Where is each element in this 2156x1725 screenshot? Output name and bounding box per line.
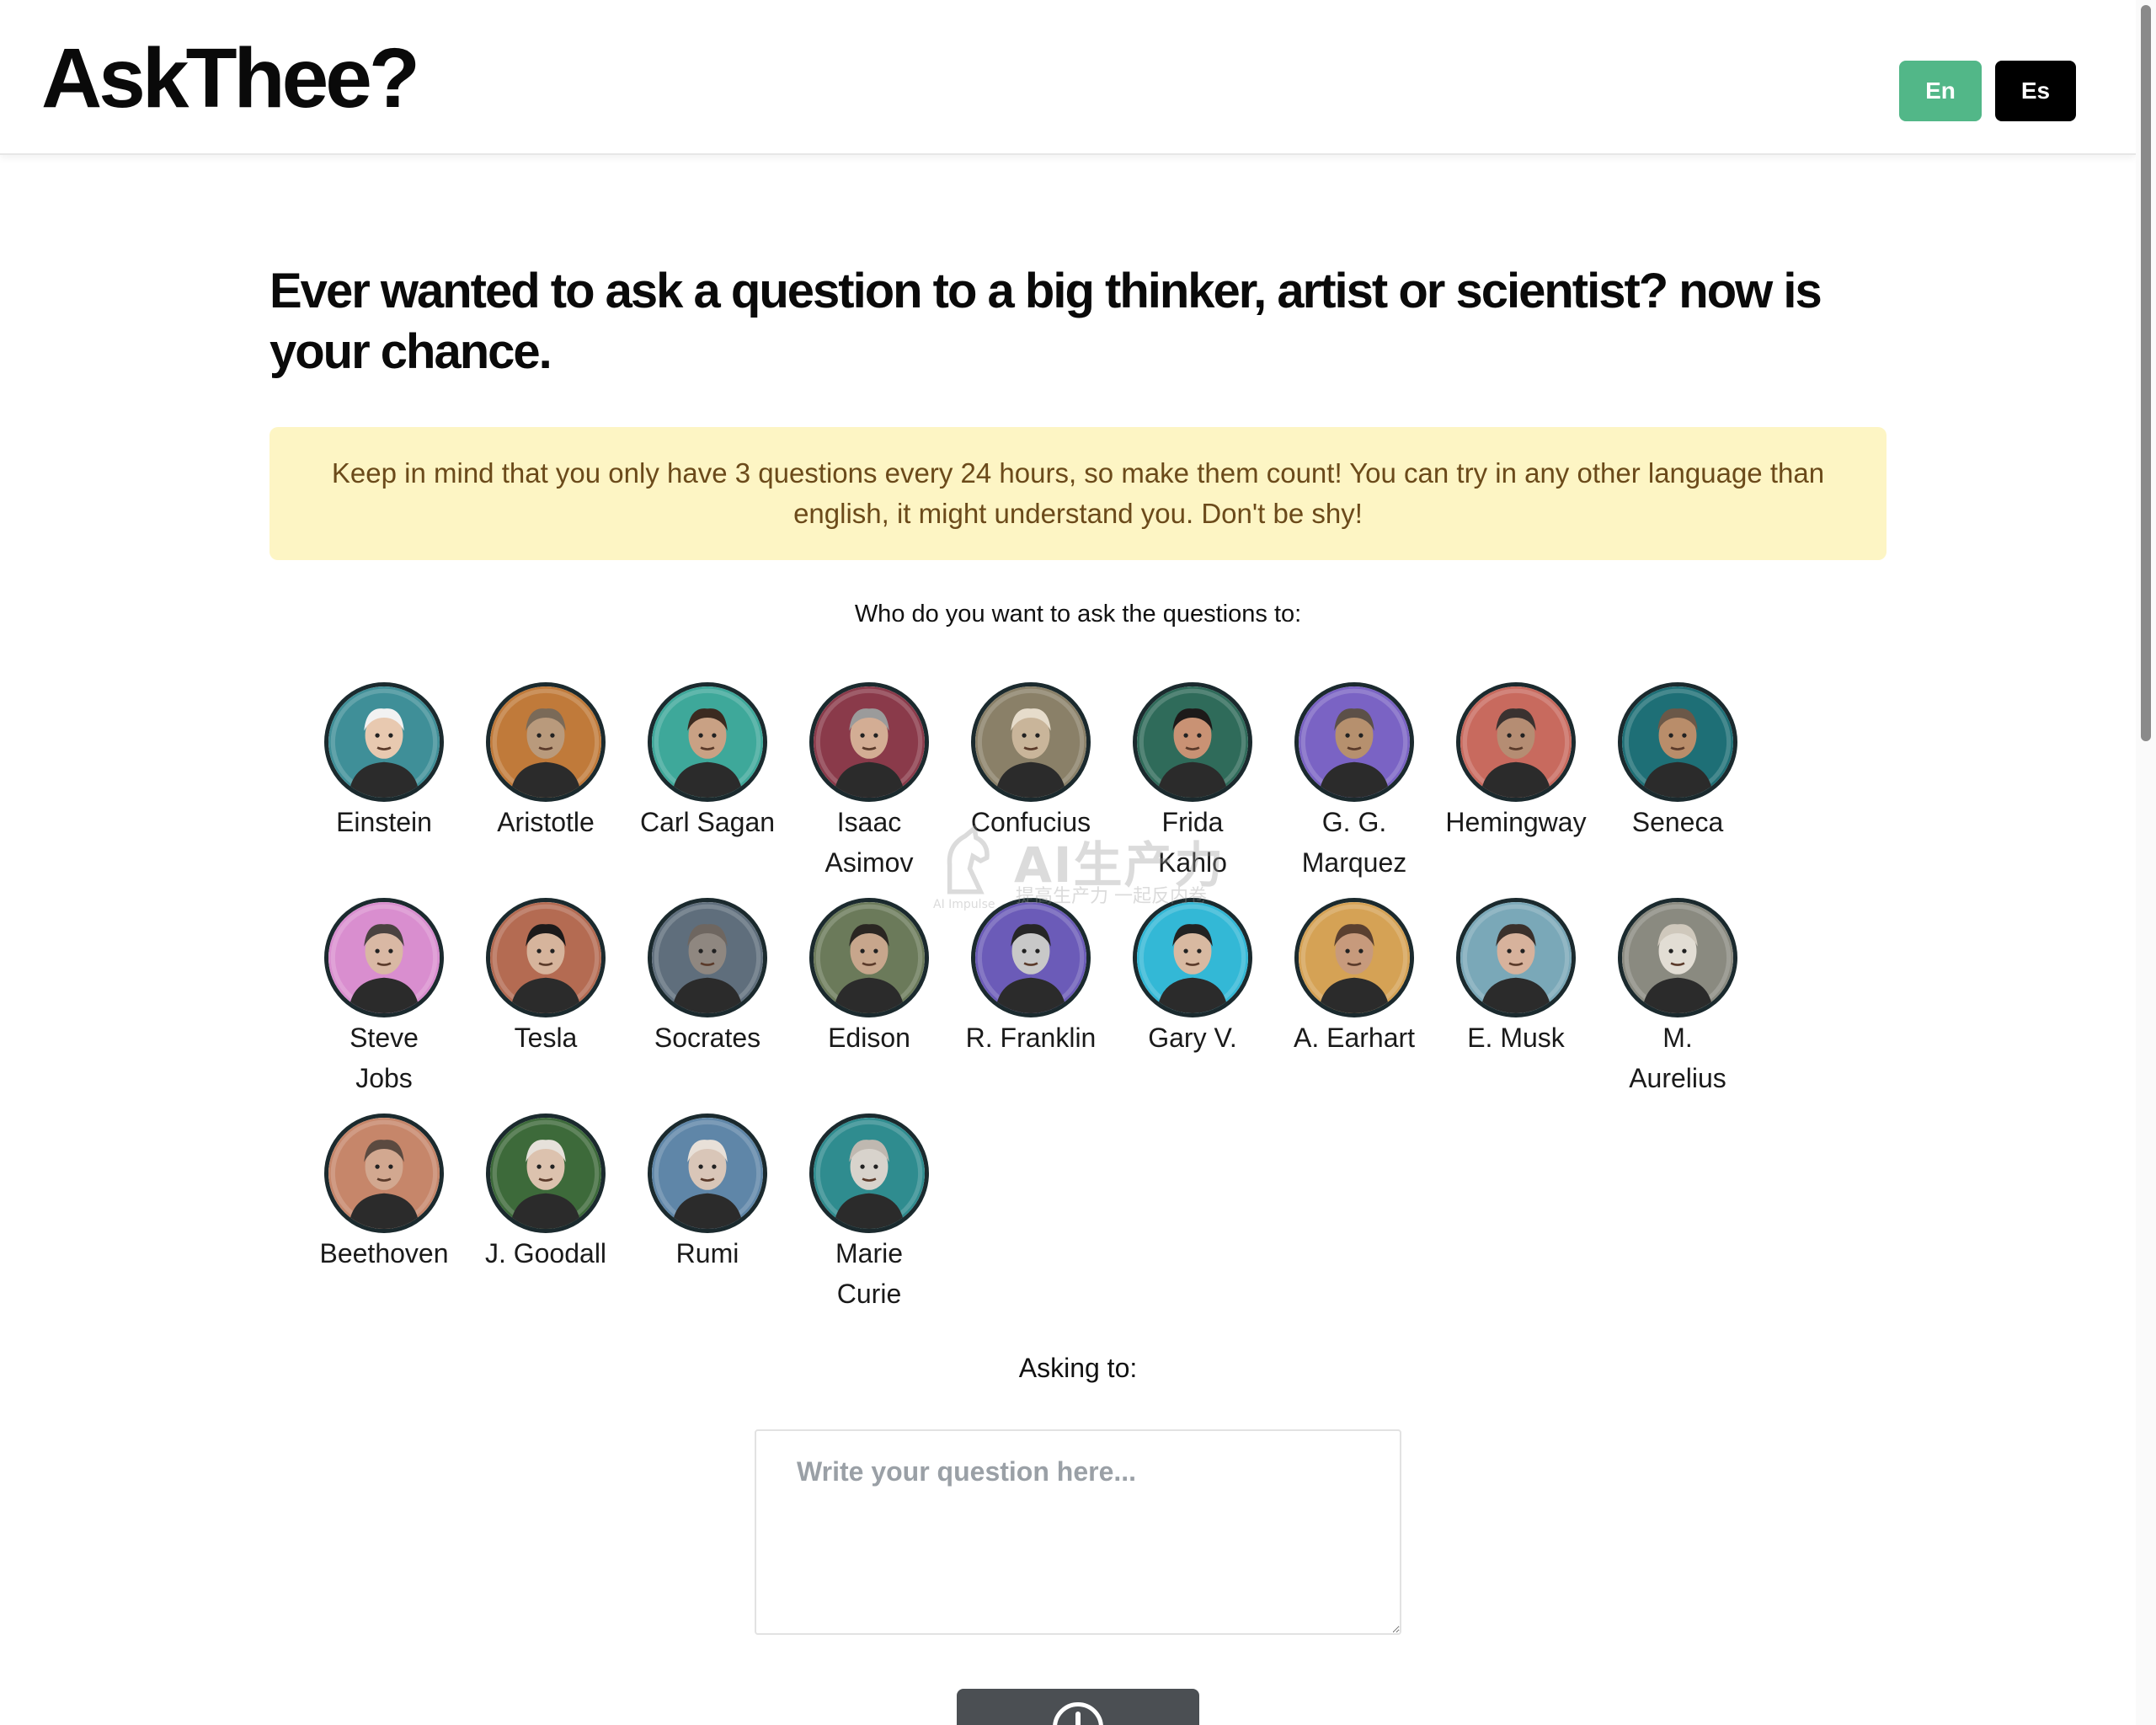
thinker-avatar[interactable]: [1133, 682, 1252, 802]
thinker-name: M.: [1662, 1023, 1693, 1053]
thinker-option[interactable]: M. Aurelius: [1597, 898, 1758, 1098]
thinker-option[interactable]: Tesla: [465, 898, 627, 1058]
thinker-option[interactable]: E. Musk: [1435, 898, 1597, 1058]
thinker-name: Frida: [1161, 807, 1224, 837]
thinker-avatar[interactable]: [486, 1114, 606, 1233]
thinker-option[interactable]: Frida Kahlo: [1112, 682, 1273, 883]
thinker-option[interactable]: Isaac Asimov: [788, 682, 950, 883]
thinker-name: J. Goodall: [484, 1238, 607, 1268]
thinker-name: G. G.: [1321, 807, 1387, 837]
thinker-avatar[interactable]: [324, 1114, 444, 1233]
thinker-avatar[interactable]: [809, 898, 929, 1017]
thinker-name: Hemingway: [1445, 807, 1587, 837]
top-header: AskThee? En Es: [0, 0, 2136, 155]
question-input[interactable]: [755, 1429, 1401, 1635]
thinker-option[interactable]: Aristotle: [465, 682, 627, 842]
thinker-avatar[interactable]: [324, 898, 444, 1017]
thinker-option[interactable]: R. Franklin: [950, 898, 1112, 1058]
thinker-avatar[interactable]: [1456, 898, 1576, 1017]
scrollbar-thumb[interactable]: [2141, 5, 2151, 741]
thinker-option[interactable]: Marie Curie: [788, 1114, 950, 1314]
thinker-name: Socrates: [654, 1023, 761, 1053]
thinker-name: Beethoven: [319, 1238, 449, 1268]
who-label: Who do you want to ask the questions to:: [854, 601, 1302, 628]
thinker-name-line2: Asimov: [825, 847, 914, 878]
thinker-name: E. Musk: [1467, 1023, 1565, 1053]
thinker-name: Carl Sagan: [639, 807, 776, 837]
app-logo[interactable]: AskThee?: [41, 32, 420, 125]
submit-question-button[interactable]: [957, 1689, 1199, 1725]
thinker-name: Gary V.: [1148, 1023, 1237, 1053]
thinker-name: Steve: [350, 1023, 419, 1053]
thinker-name: Aristotle: [497, 807, 595, 837]
thinker-avatar[interactable]: [1618, 682, 1737, 802]
thinker-name: R. Franklin: [965, 1023, 1097, 1053]
limit-notice-text: Keep in mind that you only have 3 questi…: [331, 457, 1825, 529]
thinker-avatar[interactable]: [809, 682, 929, 802]
thinker-option[interactable]: Einstein: [303, 682, 465, 842]
language-en-button[interactable]: En: [1899, 61, 1982, 121]
thinker-option[interactable]: Steve Jobs: [303, 898, 465, 1098]
thinker-avatar[interactable]: [1294, 898, 1414, 1017]
thinker-option[interactable]: Beethoven: [303, 1114, 465, 1274]
thinker-option[interactable]: Confucius: [950, 682, 1112, 842]
thinker-option[interactable]: Carl Sagan: [627, 682, 788, 842]
thinker-name: Einstein: [336, 807, 432, 837]
thinker-name-line2: Curie: [836, 1279, 902, 1309]
thinker-option[interactable]: Gary V.: [1112, 898, 1273, 1058]
thinker-avatar[interactable]: [648, 898, 767, 1017]
thinker-option[interactable]: Socrates: [627, 898, 788, 1058]
thinker-option[interactable]: Hemingway: [1435, 682, 1597, 842]
thinker-name-line2: Jobs: [355, 1063, 413, 1093]
thinker-avatar[interactable]: [971, 682, 1091, 802]
thinker-name-line2: Marquez: [1301, 847, 1407, 878]
thinker-avatar[interactable]: [486, 898, 606, 1017]
thinker-name: Tesla: [514, 1023, 578, 1053]
thinker-option[interactable]: J. Goodall: [465, 1114, 627, 1274]
thinker-name: Isaac: [836, 807, 902, 837]
thinker-option[interactable]: Seneca: [1597, 682, 1758, 842]
thinker-avatar[interactable]: [324, 682, 444, 802]
thinker-name: Seneca: [1631, 807, 1724, 837]
thinker-avatar[interactable]: [1294, 682, 1414, 802]
thinker-name: Edison: [828, 1023, 910, 1053]
thinker-avatar[interactable]: [648, 1114, 767, 1233]
thinker-name: A. Earhart: [1293, 1023, 1416, 1053]
thinker-option[interactable]: G. G. Marquez: [1273, 682, 1435, 883]
limit-notice: Keep in mind that you only have 3 questi…: [270, 427, 1886, 560]
thinker-avatar[interactable]: [486, 682, 606, 802]
thinker-avatar[interactable]: [809, 1114, 929, 1233]
thinker-option[interactable]: Edison: [788, 898, 950, 1058]
thinker-avatar[interactable]: [971, 898, 1091, 1017]
power-icon: [1053, 1702, 1103, 1725]
page-headline: Ever wanted to ask a question to a big t…: [270, 264, 1822, 379]
thinker-option[interactable]: A. Earhart: [1273, 898, 1435, 1058]
thinker-name: Confucius: [970, 807, 1091, 837]
thinker-avatar[interactable]: [1133, 898, 1252, 1017]
thinker-name-line2: Kahlo: [1158, 847, 1227, 878]
thinker-name: Marie: [835, 1238, 903, 1268]
thinker-avatar[interactable]: [1618, 898, 1737, 1017]
asking-to-label: Asking to:: [1018, 1353, 1138, 1383]
language-es-button[interactable]: Es: [1995, 61, 2076, 121]
thinker-avatar[interactable]: [1456, 682, 1576, 802]
thinker-name-line2: Aurelius: [1629, 1063, 1726, 1093]
thinker-name: Rumi: [675, 1238, 739, 1268]
thinker-avatar[interactable]: [648, 682, 767, 802]
thinker-option[interactable]: Rumi: [627, 1114, 788, 1274]
